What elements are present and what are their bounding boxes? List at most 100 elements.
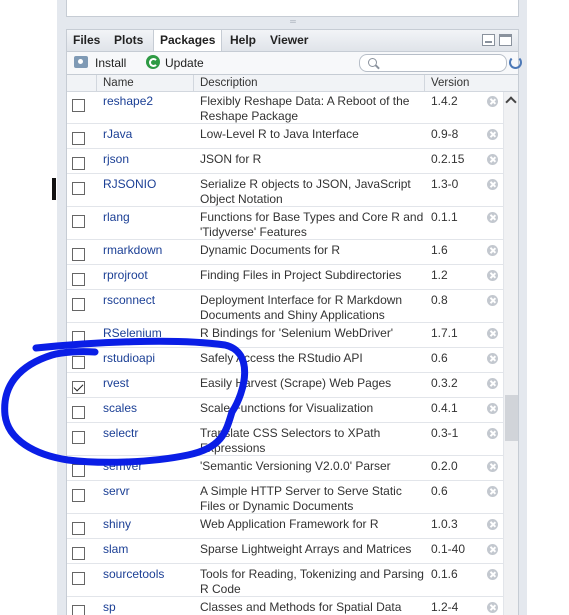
package-checkbox[interactable] [72,215,85,228]
package-search-box[interactable] [359,54,507,72]
remove-package-icon[interactable] [487,569,498,580]
package-description: JSON for R [200,152,262,166]
remove-package-icon[interactable] [487,403,498,414]
minimize-pane-icon[interactable] [482,34,495,46]
package-checkbox[interactable] [72,99,85,112]
package-checkbox[interactable] [72,605,85,615]
packages-pane: ═ Files Plots Packages Help Viewer Insta… [57,0,527,615]
remove-package-icon[interactable] [487,212,498,223]
tab-files[interactable]: Files [67,30,106,51]
update-label: Update [165,56,204,70]
pane-splitter-handle[interactable]: ═ [289,18,297,26]
package-name-link[interactable]: slam [103,542,128,556]
maximize-pane-icon[interactable] [499,34,512,46]
package-name-link[interactable]: rlang [103,210,130,224]
package-name-link[interactable]: RJSONIO [103,177,156,191]
remove-package-icon[interactable] [487,602,498,613]
remove-package-icon[interactable] [487,544,498,555]
package-checkbox[interactable] [72,381,85,394]
remove-package-icon[interactable] [487,353,498,364]
package-search-input[interactable] [382,55,504,71]
search-icon [368,58,377,67]
tab-help[interactable]: Help [224,30,262,51]
remove-package-icon[interactable] [487,154,498,165]
remove-package-icon[interactable] [487,328,498,339]
package-description: Translate CSS Selectors to XPath Express… [200,426,381,455]
package-checkbox[interactable] [72,298,85,311]
scrollbar-thumb[interactable] [505,395,518,441]
package-checkbox[interactable] [72,547,85,560]
tab-viewer[interactable]: Viewer [264,30,314,51]
package-version: 0.1-40 [431,542,466,556]
refresh-button[interactable] [508,55,522,69]
package-name-link[interactable]: reshape2 [103,94,153,108]
package-description: Safely Access the RStudio API [200,351,363,365]
package-description: Tools for Reading, Tokenizing and Parsin… [200,567,424,596]
remove-package-icon[interactable] [487,519,498,530]
package-checkbox[interactable] [72,489,85,502]
package-name-link[interactable]: rstudioapi [103,351,155,365]
table-row: rJava Low-Level R to Java Interface 0.9-8 [67,124,518,149]
package-name-link[interactable]: sp [103,600,116,614]
package-checkbox[interactable] [72,157,85,170]
package-version: 0.2.15 [431,152,465,166]
column-header-description[interactable]: Description [193,75,425,91]
remove-package-icon[interactable] [487,245,498,256]
package-name-link[interactable]: rsconnect [103,293,155,307]
package-version: 0.3-1 [431,426,459,440]
tab-plots[interactable]: Plots [108,30,149,51]
package-checkbox[interactable] [72,572,85,585]
package-checkbox[interactable] [72,273,85,286]
remove-package-icon[interactable] [487,428,498,439]
package-checkbox[interactable] [72,182,85,195]
package-checkbox[interactable] [72,356,85,369]
column-header-version[interactable]: Version [424,75,487,91]
vertical-scrollbar[interactable] [503,92,518,615]
package-checkbox[interactable] [72,522,85,535]
remove-package-icon[interactable] [487,179,498,190]
package-name-link[interactable]: RSelenium [103,326,162,340]
package-name-link[interactable]: shiny [103,517,131,531]
package-version: 1.0.3 [431,517,458,531]
install-icon [74,56,88,68]
package-name-link[interactable]: scales [103,401,137,415]
refresh-icon [509,56,522,69]
package-name-link[interactable]: rJava [103,127,132,141]
package-description: 'Semantic Versioning V2.0.0' Parser [200,459,391,473]
package-checkbox[interactable] [72,331,85,344]
package-name-link[interactable]: servr [103,484,130,498]
package-name-link[interactable]: rmarkdown [103,243,162,257]
package-checkbox[interactable] [72,406,85,419]
package-description: Flexibly Reshape Data: A Reboot of the R… [200,94,410,123]
package-version: 1.7.1 [431,326,458,340]
package-description: Functions for Base Types and Core R and … [200,210,424,239]
remove-package-icon[interactable] [487,461,498,472]
package-name-link[interactable]: rprojroot [103,268,148,282]
package-version: 0.1.6 [431,567,458,581]
package-checkbox[interactable] [72,248,85,261]
remove-package-icon[interactable] [487,129,498,140]
column-header-name[interactable]: Name [96,75,193,91]
table-row: slam Sparse Lightweight Arrays and Matric… [67,539,518,564]
remove-package-icon[interactable] [487,96,498,107]
package-version: 1.2 [431,268,448,282]
remove-package-icon[interactable] [487,270,498,281]
update-button[interactable]: Update [146,55,210,71]
table-row: scales Scale Functions for Visualization 0… [67,398,518,423]
package-name-link[interactable]: sourcetools [103,567,164,581]
package-name-link[interactable]: rvest [103,376,129,390]
remove-package-icon[interactable] [487,378,498,389]
package-checkbox[interactable] [72,431,85,444]
package-name-link[interactable]: selectr [103,426,138,440]
tab-packages[interactable]: Packages [153,29,223,52]
remove-package-icon[interactable] [487,486,498,497]
package-checkbox[interactable] [72,132,85,145]
remove-package-icon[interactable] [487,295,498,306]
pane-window-controls [478,34,512,48]
package-checkbox[interactable] [72,464,85,477]
install-button[interactable]: Install [74,55,134,71]
package-version: 0.3.2 [431,376,458,390]
scroll-up-arrow-icon[interactable] [505,96,517,108]
package-name-link[interactable]: rjson [103,152,129,166]
package-name-link[interactable]: semver [103,459,142,473]
